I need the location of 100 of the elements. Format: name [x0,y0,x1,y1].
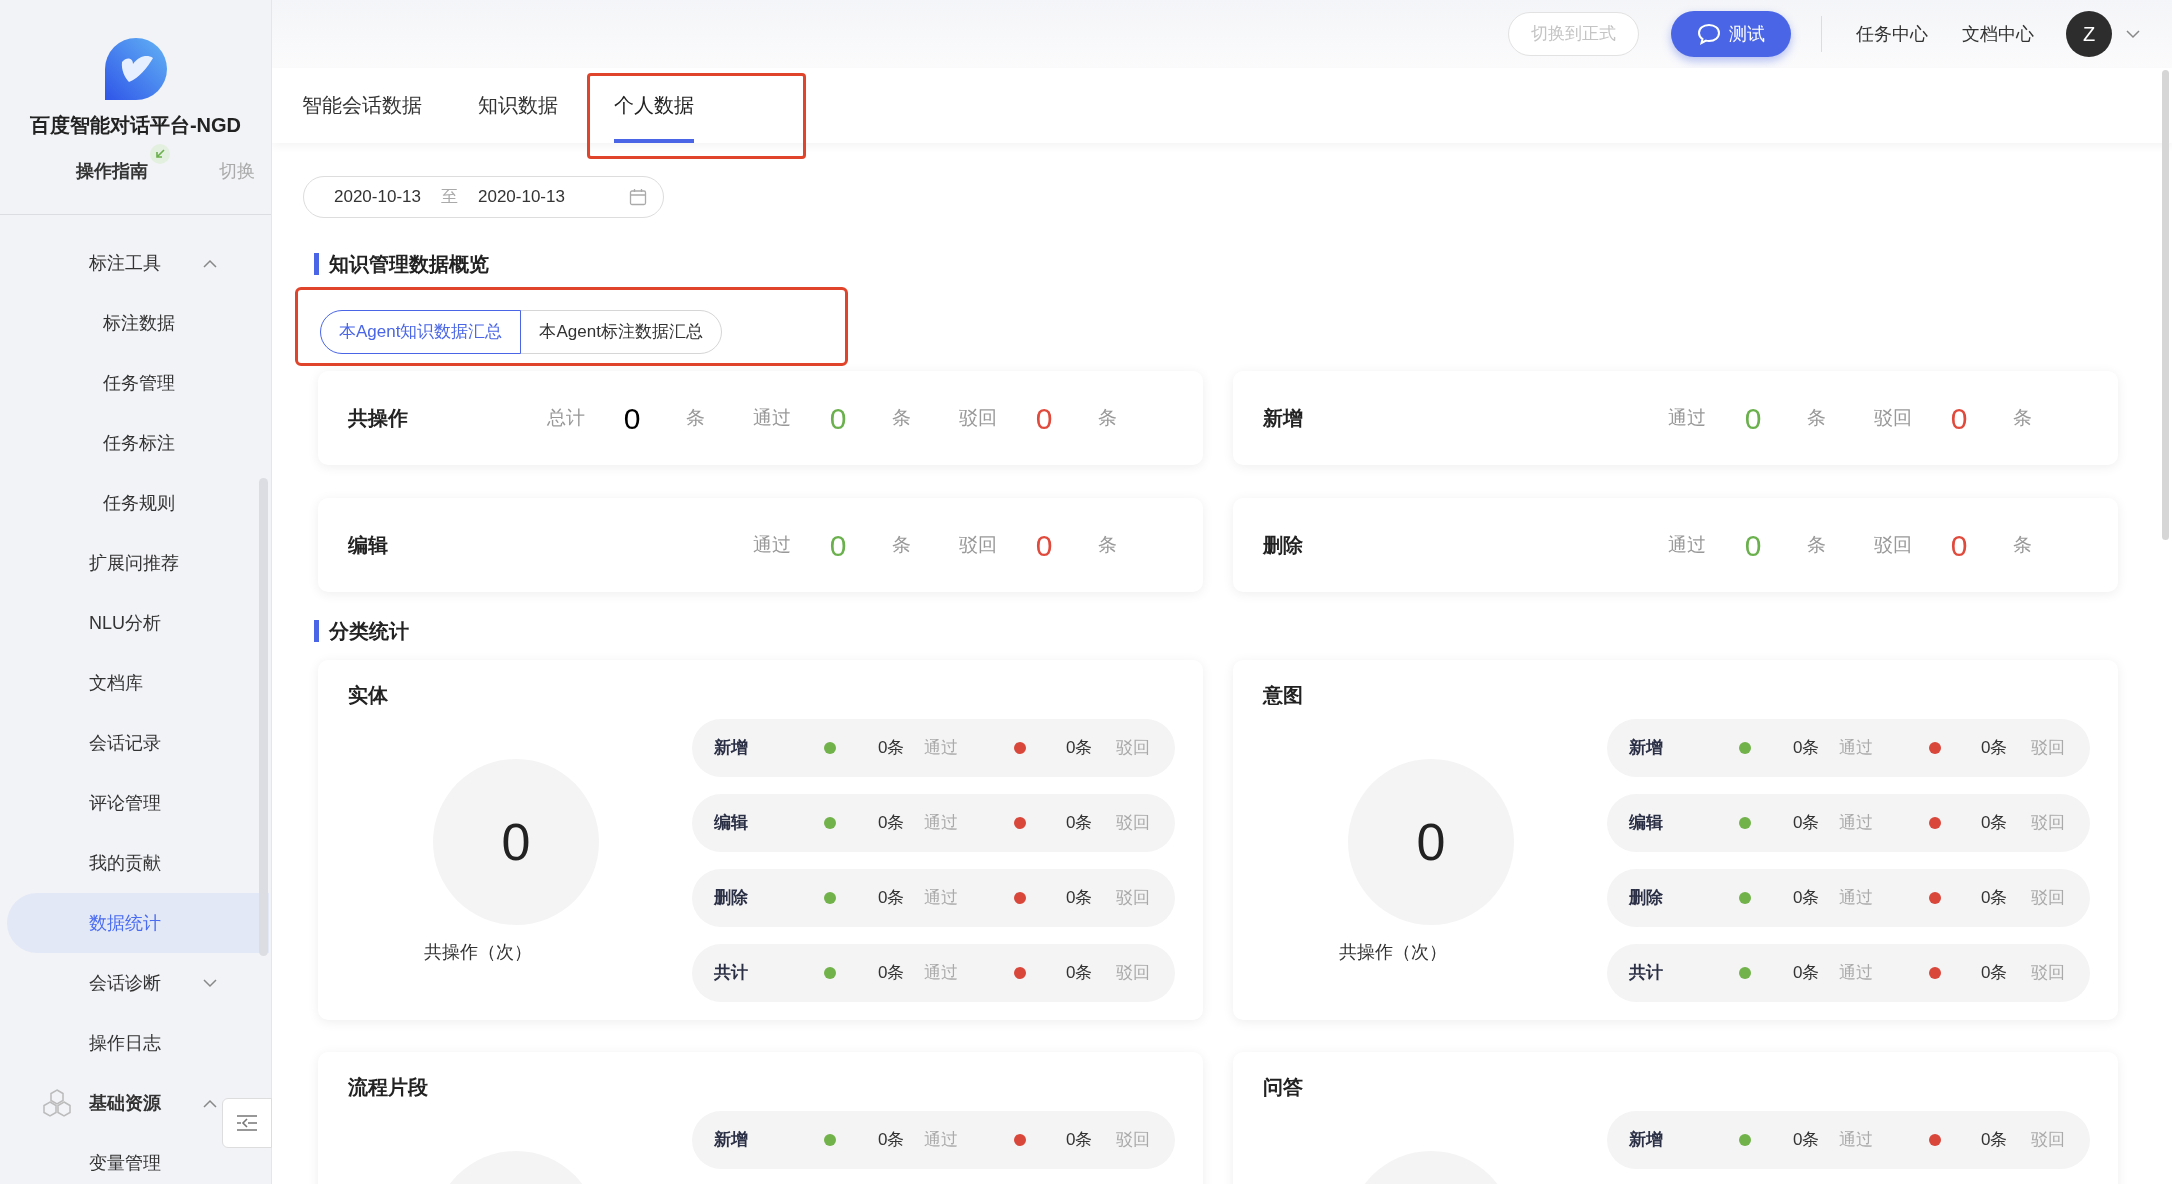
chevron-icon [203,258,217,268]
tab[interactable]: 个人数据 [614,81,694,143]
accent-bar [314,620,319,642]
scrollbar[interactable] [2162,70,2169,540]
nav-link[interactable]: 文档中心 [1962,20,2034,48]
hexagons-icon [42,1089,72,1117]
chevron-icon [203,978,217,988]
test-button[interactable]: 测试 [1671,11,1791,57]
sidebar-item[interactable]: 数据统计 [7,893,269,953]
stat-unit: 条 [2011,405,2033,430]
pass-count: 0条 [1793,812,1821,835]
sidebar-item[interactable]: 基础资源 [7,1073,217,1133]
pass-count: 0条 [1793,962,1821,985]
platform-title: 百度智能对话平台-NGD [29,113,242,138]
stat-value: 0 [1034,527,1054,564]
sidebar-item[interactable]: 扩展问推荐 [7,533,217,593]
pass-count: 0条 [878,887,906,910]
pass-count: 0条 [878,1129,906,1152]
sidebar-item[interactable]: 操作日志 [7,1013,217,1073]
reject-label: 驳回 [2031,1129,2065,1152]
stat-unit: 条 [1096,405,1118,430]
tab[interactable]: 智能会话数据 [302,81,422,143]
reject-count: 0条 [1066,812,1094,835]
card-title: 编辑 [348,533,388,558]
row-label: 删除 [714,887,749,910]
pass-label: 通过 [924,812,959,835]
pass-label: 通过 [1839,1129,1874,1152]
sidebar-item[interactable]: 任务管理 [7,353,217,413]
row-label: 新增 [1629,1129,1664,1152]
chevron-down-icon [2126,29,2140,39]
sidebar-item[interactable]: 标注工具 [7,233,217,293]
row-label: 编辑 [714,812,749,835]
stat-value: 0 [1743,527,1763,564]
row-label: 新增 [714,737,749,760]
nav-link[interactable]: 任务中心 [1856,20,1928,48]
chevron-icon [203,1098,217,1108]
stat-label: 通过 [752,405,792,430]
reject-label: 驳回 [2031,887,2065,910]
reject-label: 驳回 [1116,812,1150,835]
row-label: 编辑 [1629,812,1664,835]
pass-label: 通过 [924,887,959,910]
stat-label: 驳回 [958,405,998,430]
sidebar-item[interactable]: 标注数据 [7,293,217,353]
row-label: 新增 [1629,737,1664,760]
sidebar-item[interactable]: 会话记录 [7,713,217,773]
sidebar-item[interactable]: 变量管理 [7,1133,217,1184]
row-label: 共计 [1629,962,1664,985]
pass-label: 通过 [1839,962,1874,985]
reject-count: 0条 [1066,887,1094,910]
stat-value: 0 [1949,527,1969,564]
sidebar-item[interactable]: 会话诊断 [7,953,217,1013]
sidebar-item[interactable]: 任务规则 [7,473,217,533]
sidebar-item[interactable]: 我的贡献 [7,833,217,893]
reject-count: 0条 [1981,812,2009,835]
section-title: 分类统计 [329,619,409,644]
reject-label: 驳回 [1116,737,1150,760]
collapse-button[interactable] [222,1098,272,1148]
card-title: 问答 [1263,1075,1304,1100]
sidebar-item[interactable]: 任务标注 [7,413,217,473]
total-count: 0 [501,812,531,873]
pass-count: 0条 [1793,1129,1821,1152]
pass-label: 通过 [1839,812,1874,835]
sidebar-item[interactable]: NLU分析 [7,593,217,653]
sidebar-item[interactable]: 评论管理 [7,773,217,833]
reject-label: 驳回 [1116,887,1150,910]
reject-count: 0条 [1066,737,1094,760]
stat-label: 通过 [752,532,792,557]
reject-count: 0条 [1066,962,1094,985]
pass-label: 通过 [1839,887,1874,910]
sidebar-item[interactable]: 文档库 [7,653,217,713]
pass-label: 通过 [924,1129,959,1152]
card-title: 意图 [1263,683,1304,708]
calendar-icon [629,188,647,206]
stat-value: 0 [1949,400,1969,437]
stat-unit: 条 [890,532,912,557]
pass-count: 0条 [1793,737,1821,760]
reject-count: 0条 [1066,1129,1094,1152]
tab[interactable]: 知识数据 [478,81,558,143]
reject-label: 驳回 [1116,1129,1150,1152]
stat-value: 0 [828,527,848,564]
pass-count: 0条 [878,962,906,985]
reject-label: 驳回 [2031,737,2065,760]
pass-label: 通过 [924,737,959,760]
avatar[interactable]: Z [2066,11,2112,57]
stat-value: 0 [1034,400,1054,437]
section-title: 知识管理数据概览 [329,252,489,277]
row-label: 新增 [714,1129,749,1152]
stat-value: 0 [1743,400,1763,437]
arrow-badge-icon [150,144,170,164]
pass-count: 0条 [878,737,906,760]
reject-label: 驳回 [2031,812,2065,835]
reject-count: 0条 [1981,737,2009,760]
chat-bubble-icon [1697,23,1721,45]
reject-count: 0条 [1981,962,2009,985]
stat-label: 总计 [546,405,586,430]
card-title: 删除 [1263,533,1303,558]
stat-value: 0 [622,400,642,437]
logo-icon [104,38,167,100]
pass-label: 通过 [1839,737,1874,760]
collapse-icon [236,1114,258,1132]
